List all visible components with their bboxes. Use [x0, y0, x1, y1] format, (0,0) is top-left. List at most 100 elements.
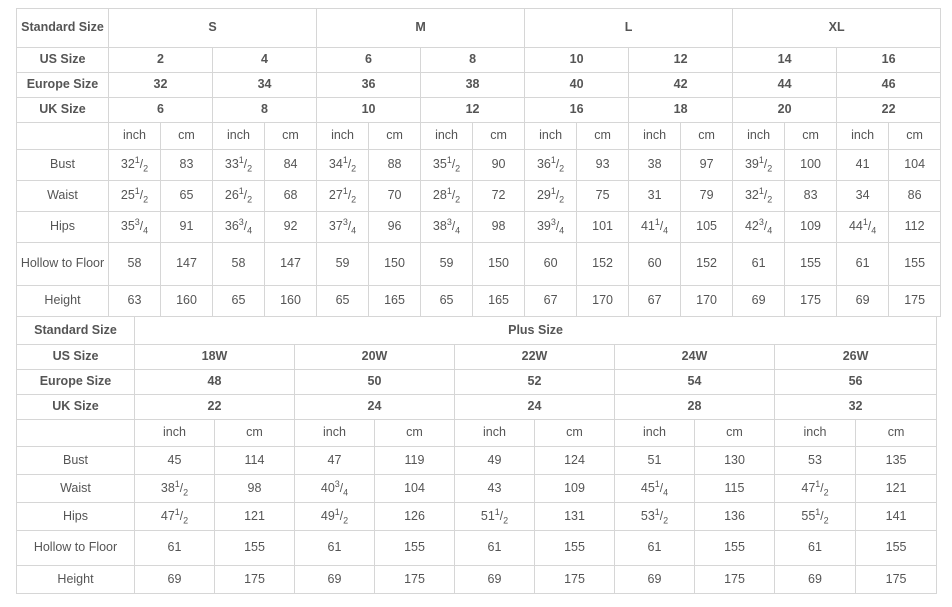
- size-group-xl: XL: [732, 8, 942, 48]
- measurement-cell: 170: [680, 285, 734, 317]
- unit-cell: inch: [108, 122, 161, 150]
- plus-unit-cell: inch: [454, 419, 535, 447]
- row-header-hollow-to-floor: Hollow to Floor: [16, 530, 135, 566]
- measurement-cell: 471/2: [774, 474, 856, 503]
- measurement-cell: 69: [454, 565, 535, 594]
- plus-us-size-cell: 18W: [134, 344, 295, 370]
- measurement-cell: 119: [374, 446, 455, 475]
- measurement-cell: 84: [263, 149, 318, 181]
- uk-size-cell: 12: [420, 97, 526, 123]
- measurement-cell: 175: [784, 285, 838, 317]
- plus-us-size-cell: 24W: [614, 344, 775, 370]
- plus-unit-cell: cm: [374, 419, 455, 447]
- table-row: Hips 471/2 121 491/2 126 511/2 131 531/2 136 551/…: [16, 502, 938, 531]
- measurement-cell: 291/2: [524, 180, 578, 212]
- europe-size-cell: 38: [420, 72, 526, 98]
- table-row: Waist 251/2 65 261/2 68 271/2 70 281/2 72 291/2 75…: [16, 180, 942, 212]
- row-header-hollow-to-floor: Hollow to Floor: [16, 242, 109, 286]
- measurement-cell: 150: [368, 242, 422, 286]
- measurement-cell: 121: [854, 474, 938, 503]
- measurement-cell: 136: [694, 502, 775, 531]
- measurement-cell: 175: [214, 565, 295, 594]
- measurement-cell: 175: [374, 565, 455, 594]
- measurement-cell: 165: [368, 285, 422, 317]
- measurement-cell: 69: [836, 285, 890, 317]
- measurement-cell: 331/2: [212, 149, 265, 181]
- measurement-cell: 251/2: [108, 180, 161, 212]
- unit-cell: inch: [524, 122, 578, 150]
- plus-us-size-cell: 20W: [294, 344, 455, 370]
- us-size-cell: 8: [420, 47, 526, 73]
- measurement-cell: 121: [214, 502, 295, 531]
- measurement-cell: 321/2: [108, 149, 161, 181]
- standard-size-table: Standard Size S M L XL US Size 2 4 6 8 1…: [16, 8, 942, 317]
- uk-size-row: UK Size 6 8 10 12 16 18 20 22: [16, 97, 942, 123]
- measurement-cell: 451/4: [614, 474, 695, 503]
- unit-cell: inch: [420, 122, 474, 150]
- measurement-cell: 115: [694, 474, 775, 503]
- measurement-cell: 31: [628, 180, 682, 212]
- plus-europe-size-cell: 48: [134, 369, 295, 395]
- plus-unit-row: inch cm inch cm inch cm inch cm inch cm: [16, 419, 938, 447]
- measurement-cell: 147: [263, 242, 318, 286]
- table-row: Waist 381/2 98 403/4 104 43 109 451/4 115 471/2 12…: [16, 474, 938, 503]
- measurement-cell: 97: [680, 149, 734, 181]
- measurement-cell: 96: [368, 211, 422, 243]
- europe-size-cell: 32: [108, 72, 213, 98]
- measurement-cell: 45: [134, 446, 215, 475]
- standard-table-body: Standard Size S M L XL US Size 2 4 6 8 1…: [16, 8, 942, 150]
- measurement-cell: 373/4: [316, 211, 370, 243]
- measurement-cell: 61: [732, 242, 786, 286]
- uk-size-cell: 22: [836, 97, 942, 123]
- table-row: Hollow to Floor 58 147 58 147 59 150 59 150 60 152…: [16, 242, 942, 286]
- row-header-bust: Bust: [16, 149, 109, 181]
- uk-size-cell: 16: [524, 97, 630, 123]
- measurement-cell: 72: [472, 180, 526, 212]
- standard-measurements-body: Bust 321/2 83 331/2 84 341/2 88 351/2 90 361/2 93 3…: [16, 149, 942, 317]
- plus-table-body: Standard Size Plus Size US Size 18W 20W …: [16, 316, 938, 447]
- measurement-cell: 393/4: [524, 211, 578, 243]
- plus-us-size-cell: 26W: [773, 344, 938, 370]
- measurement-cell: 65: [420, 285, 474, 317]
- measurement-cell: 281/2: [420, 180, 474, 212]
- measurement-cell: 341/2: [316, 149, 370, 181]
- measurement-cell: 100: [784, 149, 838, 181]
- measurement-cell: 75: [576, 180, 630, 212]
- europe-size-cell: 44: [732, 72, 838, 98]
- unit-cell: cm: [263, 122, 318, 150]
- measurement-cell: 101: [576, 211, 630, 243]
- measurement-cell: 511/2: [454, 502, 535, 531]
- row-header-hips: Hips: [16, 211, 109, 243]
- measurement-cell: 86: [888, 180, 942, 212]
- table-row: Height 63 160 65 160 65 165 65 165 67 170 67 170 69 17…: [16, 285, 942, 317]
- measurement-cell: 47: [294, 446, 375, 475]
- plus-row-header-us-size: US Size: [16, 344, 135, 370]
- us-size-cell: 10: [524, 47, 630, 73]
- measurement-cell: 69: [774, 565, 856, 594]
- measurement-cell: 51: [614, 446, 695, 475]
- measurement-cell: 65: [160, 180, 213, 212]
- plus-uk-size-row: UK Size 22 24 24 28 32: [16, 394, 938, 420]
- plus-europe-size-cell: 56: [773, 369, 938, 395]
- plus-unit-cell: cm: [534, 419, 615, 447]
- measurement-cell: 105: [680, 211, 734, 243]
- measurement-cell: 353/4: [108, 211, 161, 243]
- measurement-cell: 59: [420, 242, 474, 286]
- unit-cell: cm: [784, 122, 838, 150]
- measurement-cell: 321/2: [732, 180, 786, 212]
- measurement-cell: 61: [614, 530, 695, 566]
- measurement-cell: 152: [576, 242, 630, 286]
- standard-size-header-row: Standard Size S M L XL: [16, 8, 942, 48]
- measurement-cell: 531/2: [614, 502, 695, 531]
- table-row: Bust 45 114 47 119 49 124 51 130 53 135: [16, 446, 938, 475]
- measurement-cell: 65: [316, 285, 370, 317]
- unit-cell: inch: [732, 122, 786, 150]
- measurement-cell: 88: [368, 149, 422, 181]
- europe-size-cell: 36: [316, 72, 422, 98]
- measurement-cell: 471/2: [134, 502, 215, 531]
- plus-unit-cell: cm: [854, 419, 938, 447]
- measurement-cell: 90: [472, 149, 526, 181]
- row-header-bust: Bust: [16, 446, 135, 475]
- us-size-cell: 6: [316, 47, 422, 73]
- europe-size-cell: 34: [211, 72, 318, 98]
